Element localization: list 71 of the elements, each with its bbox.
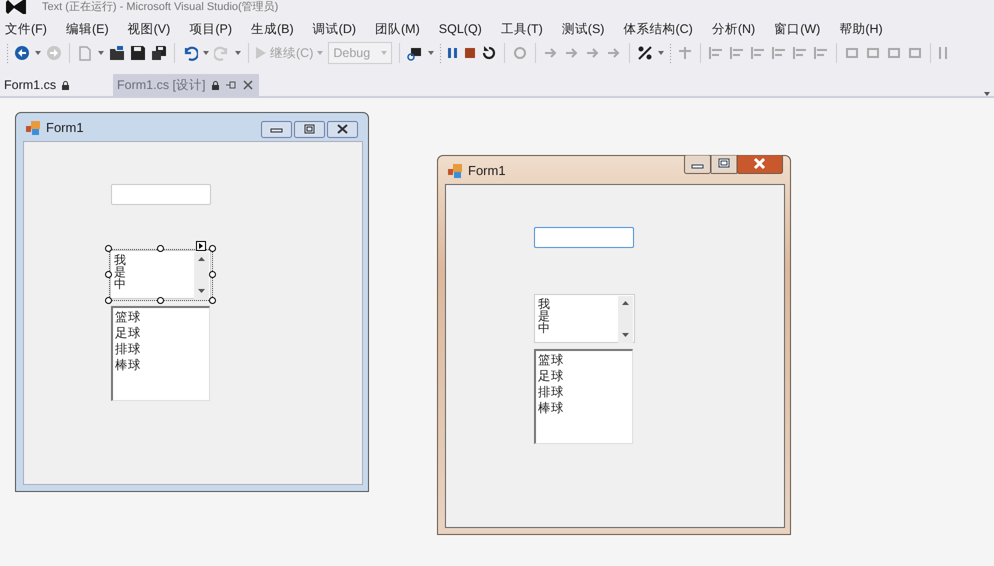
- dropdown-arrow-icon[interactable]: [203, 51, 209, 55]
- menu-item[interactable]: 编辑(E): [60, 20, 113, 38]
- close-icon[interactable]: [242, 80, 253, 90]
- minimize-button[interactable]: [261, 121, 292, 138]
- menu-item[interactable]: 工具(T): [496, 20, 547, 38]
- resize-handle[interactable]: [157, 297, 164, 304]
- text-field[interactable]: [111, 184, 211, 205]
- menu-item[interactable]: 测试(S): [556, 20, 608, 38]
- text-field[interactable]: [534, 227, 634, 248]
- form-icon: [26, 120, 40, 134]
- list-item[interactable]: 排球: [115, 341, 207, 357]
- resize-handle[interactable]: [209, 297, 216, 304]
- resize-handle[interactable]: [209, 245, 216, 252]
- multiline-text-field[interactable]: 我 是 中: [110, 250, 211, 299]
- tab-overflow-icon[interactable]: [984, 92, 990, 96]
- list-item[interactable]: 篮球: [538, 352, 630, 368]
- dropdown-arrow-icon[interactable]: [98, 51, 104, 55]
- window-title: Text (正在运行) - Microsoft Visual Studio(管理员): [42, 0, 278, 14]
- undo-icon[interactable]: [182, 45, 198, 61]
- app-logo-icon: [6, 0, 28, 14]
- menu-item[interactable]: 体系结构(C): [618, 20, 697, 38]
- document-tab[interactable]: Form1.cs: [0, 74, 113, 96]
- list-box[interactable]: 篮球 足球 排球 棒球: [534, 349, 633, 444]
- field-text: 我 是 中: [538, 298, 550, 334]
- dropdown-arrow-icon[interactable]: [235, 51, 241, 55]
- menu-item[interactable]: 分析(N): [706, 20, 760, 38]
- list-item[interactable]: 棒球: [115, 357, 207, 373]
- close-button[interactable]: [737, 155, 783, 174]
- multiline-text-field[interactable]: 我 是 中: [534, 294, 635, 343]
- menu-item[interactable]: 团队(M): [370, 20, 424, 38]
- menu-item[interactable]: 调试(D): [308, 20, 360, 38]
- lock-icon: [62, 80, 70, 90]
- list-item[interactable]: 足球: [538, 368, 630, 384]
- stop-icon[interactable]: [464, 47, 476, 59]
- smart-tag-icon[interactable]: [196, 241, 206, 251]
- lock-icon: [212, 80, 219, 90]
- form-title: Form1: [46, 118, 84, 137]
- menu-item[interactable]: 生成(B): [246, 20, 298, 38]
- list-box[interactable]: 篮球 足球 排球 棒球: [111, 306, 210, 401]
- save-icon[interactable]: [130, 45, 146, 61]
- close-button[interactable]: [327, 121, 358, 138]
- menu-item[interactable]: 项目(P): [184, 20, 236, 38]
- resize-handle[interactable]: [105, 297, 112, 304]
- menu-item[interactable]: 帮助(H): [834, 20, 887, 38]
- save-all-icon[interactable]: [151, 45, 167, 61]
- menu-item[interactable]: SQL(Q): [434, 20, 486, 38]
- pin-icon[interactable]: [224, 80, 237, 90]
- list-item[interactable]: 棒球: [538, 400, 630, 416]
- dropdown-arrow-icon[interactable]: [658, 51, 664, 55]
- dropdown-arrow-icon[interactable]: [35, 51, 41, 55]
- maximize-button[interactable]: [711, 155, 737, 174]
- list-item[interactable]: 篮球: [115, 309, 207, 325]
- resize-handle[interactable]: [105, 271, 112, 278]
- list-item[interactable]: 足球: [115, 325, 207, 341]
- minimize-button[interactable]: [684, 155, 711, 174]
- list-item[interactable]: 排球: [538, 384, 630, 400]
- open-folder-icon[interactable]: [109, 45, 125, 61]
- form-icon: [448, 164, 462, 178]
- menu-item[interactable]: 视图(V): [122, 20, 174, 38]
- dropdown-arrow-icon[interactable]: [428, 51, 434, 55]
- restart-icon[interactable]: [481, 45, 498, 61]
- form-title: Form1: [468, 162, 506, 180]
- back-icon[interactable]: [14, 45, 30, 61]
- field-text: 我 是 中: [114, 254, 126, 290]
- pause-icon[interactable]: [447, 47, 460, 59]
- resize-handle[interactable]: [105, 245, 112, 252]
- menu-item[interactable]: 窗口(W): [769, 20, 824, 38]
- resize-handle[interactable]: [209, 271, 216, 278]
- resize-handle[interactable]: [157, 245, 164, 252]
- maximize-button[interactable]: [294, 121, 325, 138]
- menu-item[interactable]: 文件(F): [0, 20, 51, 38]
